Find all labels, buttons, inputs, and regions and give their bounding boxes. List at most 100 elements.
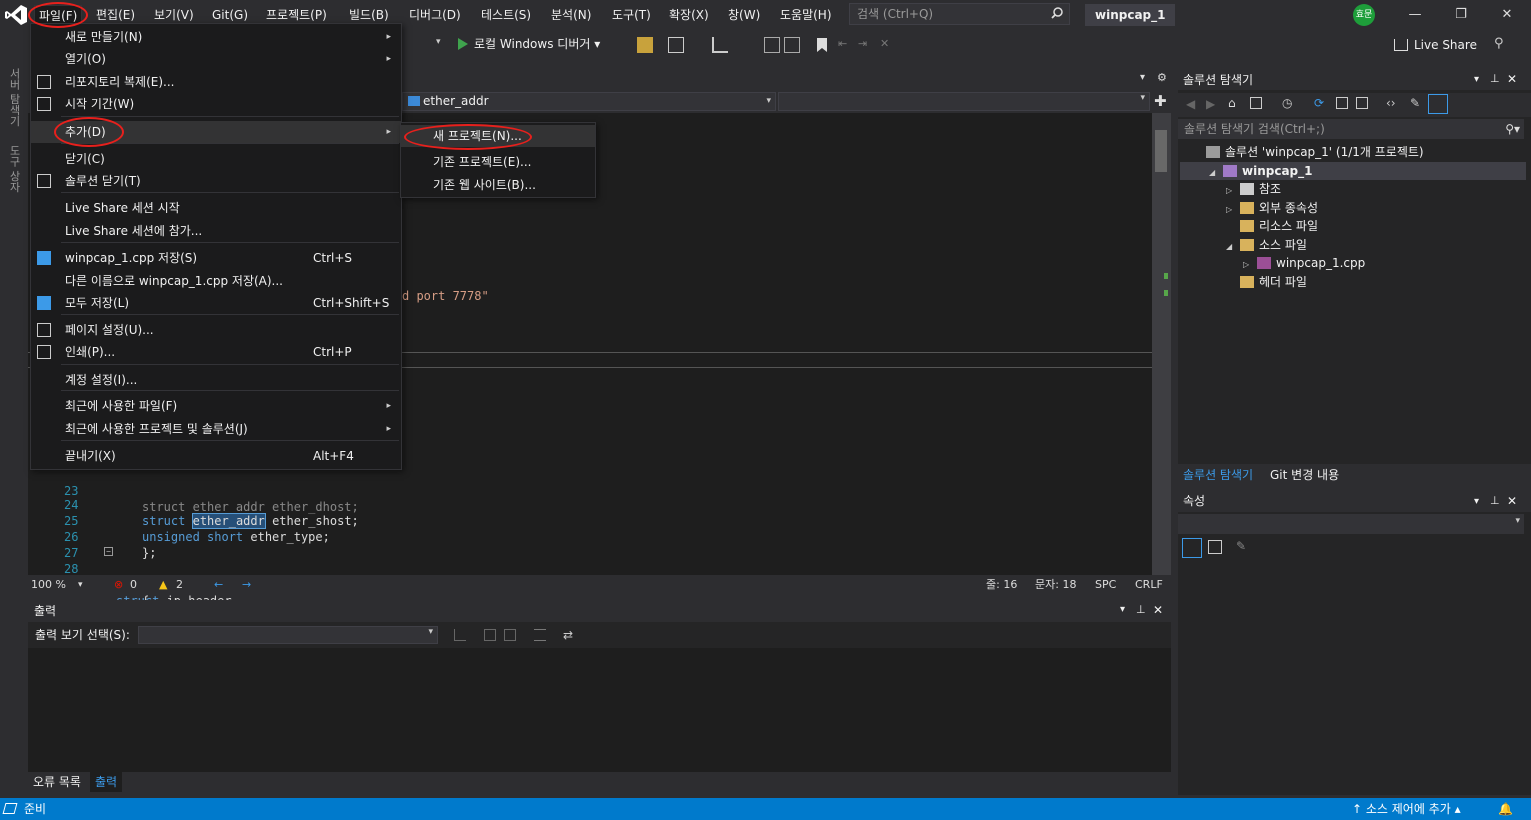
line-ending-indicator[interactable]: CRLF <box>1135 576 1163 594</box>
zoom-dropdown-icon[interactable]: ▾ <box>78 576 83 594</box>
close-window-button[interactable]: ✕ <box>1484 0 1530 30</box>
menu-item[interactable]: 도움말(H) <box>776 5 836 25</box>
error-count[interactable]: 0 <box>130 576 137 594</box>
preview-selected-icon[interactable] <box>1428 94 1448 114</box>
menu-item[interactable]: 창(W) <box>724 5 764 25</box>
clear-all-icon[interactable] <box>534 629 546 641</box>
panel-menu-icon[interactable]: ▾ <box>1474 74 1479 85</box>
zoom-level[interactable]: 100 % <box>31 576 66 594</box>
start-debug-icon[interactable] <box>457 37 469 51</box>
function-dropdown[interactable]: ▾ <box>778 92 1150 111</box>
sync-icon[interactable]: ⟳ <box>1314 96 1324 110</box>
alphabetical-icon[interactable] <box>1208 540 1222 554</box>
switch-views-icon[interactable] <box>1250 97 1262 109</box>
file-menu-item[interactable]: winpcap_1.cpp 저장(S) Ctrl+S <box>31 247 401 269</box>
word-wrap-icon[interactable]: ⇄ <box>563 628 573 642</box>
close-panel-icon[interactable]: ✕ <box>1507 72 1517 86</box>
menu-item[interactable]: 도구(T) <box>608 5 655 25</box>
debugger-selector[interactable]: 로컬 Windows 디버거 ▾ <box>474 35 600 53</box>
split-editor-icon[interactable]: ✚ <box>1154 93 1167 109</box>
file-menu-item[interactable]: 최근에 사용한 프로젝트 및 솔루션(J) ▸ <box>31 418 401 440</box>
open-folder-icon[interactable] <box>637 37 653 53</box>
search-input[interactable]: 검색 (Ctrl+Q) <box>849 3 1070 25</box>
error-icon[interactable]: ⊗ <box>114 576 123 594</box>
find-message-icon[interactable] <box>454 629 466 641</box>
expand-arrow-icon[interactable]: ◢ <box>1209 164 1223 182</box>
file-menu-item[interactable]: 끝내기(X) Alt+F4 <box>31 445 401 467</box>
file-menu-item[interactable]: 추가(D) ▸ <box>31 121 401 143</box>
avatar[interactable]: 효문 <box>1353 4 1375 26</box>
collapse-icon[interactable]: − <box>104 547 113 556</box>
solution-explorer-search[interactable]: 솔루션 탐색기 검색(Ctrl+;) ⚲▾ <box>1178 119 1524 139</box>
collapse-all-icon[interactable] <box>1336 97 1348 109</box>
close-panel-icon[interactable]: ✕ <box>1153 603 1163 617</box>
pin-icon[interactable]: ⊥ <box>1136 603 1146 616</box>
properties-wrench-icon[interactable]: ✎ <box>1410 96 1420 110</box>
show-all-files-icon[interactable] <box>1356 97 1368 109</box>
properties-object-select[interactable]: ▾ <box>1178 514 1524 534</box>
file-menu-item[interactable]: 최근에 사용한 파일(F) ▸ <box>31 395 401 417</box>
back-arrow-icon[interactable]: ← <box>214 576 223 594</box>
file-menu-item[interactable]: 인쇄(P)... Ctrl+P <box>31 341 401 363</box>
live-share-button[interactable]: Live Share <box>1394 35 1477 55</box>
align-icon[interactable] <box>712 37 728 53</box>
menu-item[interactable]: 분석(N) <box>547 5 595 25</box>
browser-icon[interactable] <box>668 37 684 53</box>
clear-bookmarks-icon[interactable]: ✕ <box>880 37 896 53</box>
scrollbar-thumb[interactable] <box>1155 130 1167 172</box>
pending-changes-icon[interactable]: ◷ <box>1282 96 1292 110</box>
warning-icon[interactable]: ▲ <box>159 576 167 594</box>
menu-item[interactable]: Git(G) <box>208 5 252 25</box>
file-menu-item[interactable]: 페이지 설정(U)... <box>31 319 401 341</box>
file-menu-item[interactable]: Live Share 세션에 참가... <box>31 220 401 242</box>
menu-item[interactable]: 디버그(D) <box>405 5 465 25</box>
notifications-bell-icon[interactable]: 🔔 <box>1498 798 1513 820</box>
file-menu-item[interactable]: Live Share 세션 시작 <box>31 197 401 219</box>
tree-item[interactable]: ◢ winpcap_1 <box>1180 161 1526 182</box>
tree-item[interactable]: ▷ 외부 종속성 <box>1180 199 1318 217</box>
add-submenu-item[interactable]: 새 프로젝트(N)... <box>401 125 595 147</box>
file-menu-item[interactable]: 솔루션 닫기(T) <box>31 170 401 192</box>
bookmark-icon[interactable] <box>814 37 830 53</box>
pin-icon[interactable]: ⊥ <box>1490 494 1500 507</box>
editor-scrollbar[interactable] <box>1152 113 1171 575</box>
close-panel-icon[interactable]: ✕ <box>1507 494 1517 508</box>
expand-arrow-icon[interactable]: ▷ <box>1243 256 1257 274</box>
categorized-icon[interactable] <box>1182 538 1202 558</box>
tab-git-changes[interactable]: Git 변경 내용 <box>1270 464 1339 486</box>
expand-arrow-icon[interactable]: ◢ <box>1226 238 1240 256</box>
indent-icon[interactable] <box>764 37 780 53</box>
restore-button[interactable]: ❐ <box>1438 0 1484 30</box>
menu-item[interactable]: 확장(X) <box>665 5 713 25</box>
view-code-icon[interactable]: ‹› <box>1386 96 1396 110</box>
add-submenu-item[interactable]: 기존 프로젝트(E)... <box>401 151 595 173</box>
member-dropdown[interactable]: ether_addr ▾ <box>402 92 776 111</box>
file-menu-item[interactable]: 새로 만들기(N) ▸ <box>31 26 401 48</box>
forward-icon[interactable]: ▶ <box>1206 97 1215 111</box>
property-pages-wrench-icon[interactable]: ✎ <box>1236 539 1246 553</box>
add-submenu-item[interactable]: 기존 웹 사이트(B)... <box>401 174 595 196</box>
forward-arrow-icon[interactable]: → <box>242 576 251 594</box>
config-dropdown-arrow-icon[interactable]: ▾ <box>436 37 441 47</box>
prev-message-icon[interactable] <box>484 629 496 641</box>
tab-solution-explorer[interactable]: 솔루션 탐색기 <box>1183 464 1253 486</box>
tab-error-list[interactable]: 오류 목록 <box>33 772 81 792</box>
settings-gear-icon[interactable]: ⚙ <box>1157 71 1167 84</box>
tab-output[interactable]: 출력 <box>90 772 123 792</box>
menu-item[interactable]: 보기(V) <box>150 5 198 25</box>
output-text-area[interactable] <box>28 648 1171 772</box>
toolbox-tab[interactable]: 도구 상자 <box>6 145 22 193</box>
file-menu-item[interactable]: 계정 설정(I)... <box>31 369 401 391</box>
tree-item[interactable]: ◢ 소스 파일 <box>1180 236 1307 254</box>
tab-list-dropdown-icon[interactable]: ▾ <box>1140 72 1145 83</box>
minimize-button[interactable]: — <box>1392 0 1438 30</box>
menu-item[interactable]: 프로젝트(P) <box>262 5 331 25</box>
menu-item[interactable]: 빌드(B) <box>345 5 393 25</box>
tree-item[interactable]: 솔루션 'winpcap_1' (1/1개 프로젝트) <box>1180 143 1424 161</box>
panel-menu-icon[interactable]: ▾ <box>1120 604 1125 615</box>
file-menu-item[interactable]: 열기(O) ▸ <box>31 48 401 70</box>
server-explorer-tab[interactable]: 서버 탐색기 <box>6 68 22 127</box>
file-menu-item[interactable]: 시작 기간(W) <box>31 93 401 115</box>
menu-item[interactable]: 테스트(S) <box>477 5 535 25</box>
home-icon[interactable]: ⌂ <box>1228 96 1236 110</box>
